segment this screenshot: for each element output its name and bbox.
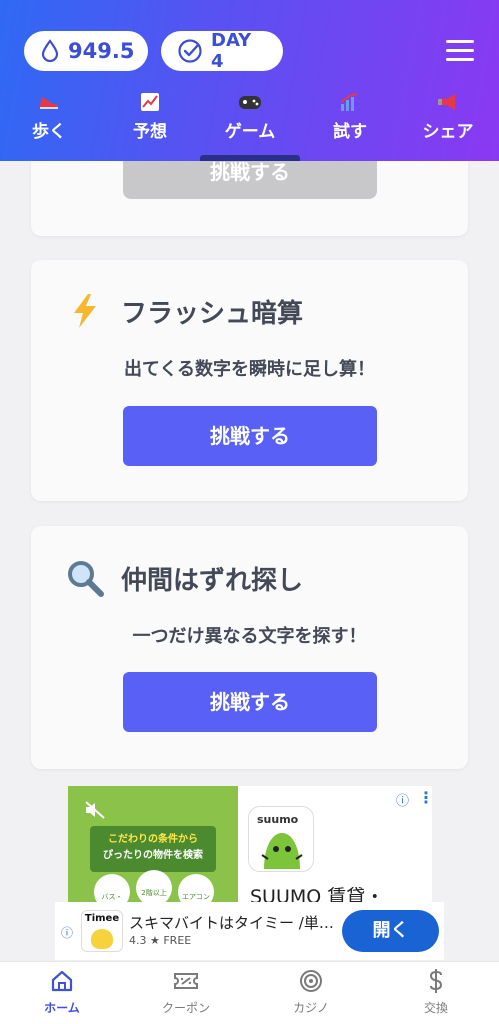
gamepad-icon [210, 92, 290, 120]
target-icon [249, 962, 373, 1000]
balance-pill[interactable]: 949.5 [24, 31, 148, 71]
app-header: 949.5 DAY 4 歩く 予想 ゲーム 試す シェア [0, 0, 499, 161]
tab-share[interactable]: シェア [408, 92, 488, 161]
ad-title: スキマバイトはタイミー /単… [129, 914, 334, 932]
card-description: 出てくる数字を瞬時に足し算！ [123, 359, 376, 380]
card-title: フラッシュ暗算 [121, 298, 304, 329]
card-title-row: 仲間はずれ探し [63, 558, 303, 598]
ad-image: こだわりの条件から ぴったりの物件を検索 バス・ 2階以上 エアコン [68, 786, 238, 902]
tab-game[interactable]: ゲーム [210, 92, 290, 161]
tab-try[interactable]: 試す [310, 92, 390, 161]
tab-walk[interactable]: 歩く [9, 92, 89, 161]
home-icon [0, 962, 124, 1000]
timee-app-icon: Timee [81, 910, 123, 952]
card-title: 仲間はずれ探し [121, 565, 304, 596]
open-button[interactable]: 開く [342, 910, 439, 952]
challenge-button-disabled[interactable]: 挑戦する [123, 161, 377, 199]
trend-icon [310, 92, 390, 120]
ad-banner-text: こだわりの条件から ぴったりの物件を検索 [90, 826, 216, 872]
nav-casino[interactable]: カジノ [249, 962, 373, 1024]
check-circle-icon [178, 39, 202, 63]
water-drop-icon [41, 39, 59, 63]
balance-value: 949.5 [68, 39, 135, 63]
ad-more-icon[interactable]: ⋮ [418, 788, 432, 807]
nav-home[interactable]: ホーム [0, 962, 124, 1024]
card-description: 一つだけ異なる文字を探す！ [132, 626, 367, 647]
game-card-previous: 挑戦する [31, 161, 468, 236]
ad-info-icon[interactable]: ⓘ [61, 924, 73, 941]
ad-title: SUUMO 賃貸・ [250, 886, 385, 902]
game-card-flash-math: フラッシュ暗算 出てくる数字を瞬時に足し算！ 挑戦する [31, 260, 468, 501]
ad-feature-chip: 2階以上 [136, 870, 172, 902]
mute-icon[interactable] [84, 800, 106, 825]
game-card-odd-one-out: 仲間はずれ探し 一つだけ異なる文字を探す！ 挑戦する [31, 526, 468, 769]
megaphone-icon [408, 92, 488, 120]
main-tabs: 歩く 予想 ゲーム 試す シェア [0, 92, 499, 161]
challenge-button[interactable]: 挑戦する [123, 406, 377, 466]
ad-feature-chip: バス・ [94, 874, 130, 902]
ad-rating: 4.3 ★ FREE [129, 934, 192, 947]
shoe-icon [9, 92, 89, 120]
bottom-navigation: ホーム クーポン カジノ 交換 [0, 961, 499, 1024]
nav-coupon[interactable]: クーポン [124, 962, 248, 1024]
chart-icon [110, 92, 190, 120]
nav-exchange[interactable]: 交換 [374, 962, 498, 1024]
dollar-icon [374, 962, 498, 1000]
lightning-icon [63, 291, 107, 331]
ad-info-icon[interactable]: ⓘ [396, 790, 409, 809]
ad-banner-timee[interactable]: ⓘ Timee スキマバイトはタイミー /単… 4.3 ★ FREE 開く [55, 902, 444, 960]
ad-feature-chip: エアコン [178, 874, 214, 902]
tab-predict[interactable]: 予想 [110, 92, 190, 161]
magnifier-icon [63, 558, 107, 598]
hamburger-menu-icon[interactable] [446, 40, 474, 62]
day-pill[interactable]: DAY 4 [161, 30, 283, 72]
card-title-row: フラッシュ暗算 [63, 291, 303, 331]
coupon-icon [124, 962, 248, 1000]
day-label: DAY 4 [211, 30, 252, 72]
ad-banner-suumo[interactable]: こだわりの条件から ぴったりの物件を検索 バス・ 2階以上 エアコン suumo… [68, 786, 432, 902]
suumo-app-icon: suumo [248, 806, 314, 872]
challenge-button[interactable]: 挑戦する [123, 672, 377, 732]
